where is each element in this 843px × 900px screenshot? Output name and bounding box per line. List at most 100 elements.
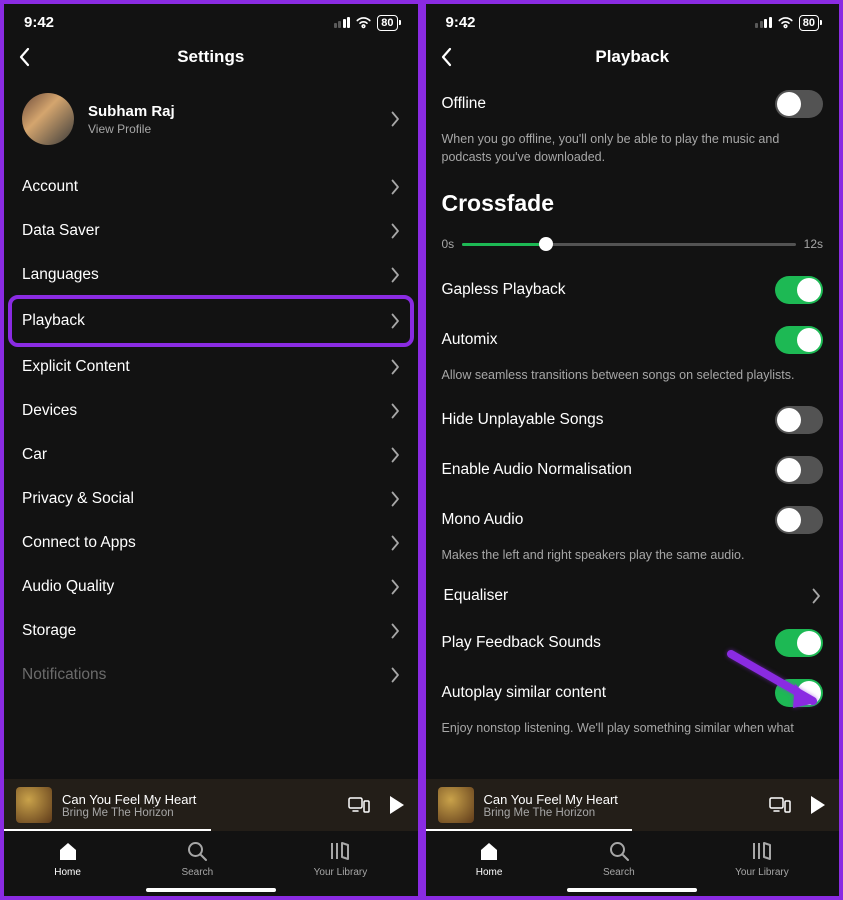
chevron-right-icon xyxy=(391,491,400,507)
toggle-row-hide-unplayable-songs: Hide Unplayable Songs xyxy=(442,395,824,445)
chevron-right-icon xyxy=(391,535,400,551)
menu-label: Languages xyxy=(22,266,99,284)
settings-item-audio-quality[interactable]: Audio Quality xyxy=(20,565,402,609)
battery-icon: 80 xyxy=(799,15,819,31)
chevron-right-icon xyxy=(391,223,400,239)
track-artist: Bring Me The Horizon xyxy=(62,807,196,819)
toggle-switch[interactable] xyxy=(775,629,823,657)
settings-item-explicit-content[interactable]: Explicit Content xyxy=(20,345,402,389)
menu-label: Connect to Apps xyxy=(22,534,136,552)
playback-progress xyxy=(4,829,211,831)
home-indicator xyxy=(567,888,697,892)
devices-icon[interactable] xyxy=(348,796,370,814)
back-button[interactable] xyxy=(440,47,452,67)
devices-icon[interactable] xyxy=(769,796,791,814)
crossfade-slider[interactable] xyxy=(462,243,795,246)
menu-label: Data Saver xyxy=(22,222,100,240)
toggle-desc: Makes the left and right speakers play t… xyxy=(442,545,824,575)
settings-item-account[interactable]: Account xyxy=(20,165,402,209)
chevron-right-icon xyxy=(391,403,400,419)
library-icon xyxy=(750,839,774,863)
settings-content[interactable]: Subham Raj View Profile Account Data Save… xyxy=(4,79,418,779)
nav-search-label: Search xyxy=(181,867,213,878)
settings-item-connect-to-apps[interactable]: Connect to Apps xyxy=(20,521,402,565)
settings-item-devices[interactable]: Devices xyxy=(20,389,402,433)
home-icon xyxy=(56,839,80,863)
crossfade-slider-row: 0s 12s xyxy=(442,227,824,265)
chevron-right-icon xyxy=(391,111,400,127)
profile-row[interactable]: Subham Raj View Profile xyxy=(20,79,402,165)
toggle-row-play-feedback-sounds: Play Feedback Sounds xyxy=(442,618,824,668)
play-icon[interactable] xyxy=(388,795,406,815)
toggle-switch[interactable] xyxy=(775,276,823,304)
now-playing-bar[interactable]: Can You Feel My Heart Bring Me The Horiz… xyxy=(426,779,840,831)
page-title: Playback xyxy=(595,47,669,67)
settings-item-languages[interactable]: Languages xyxy=(20,253,402,297)
nav-home-label: Home xyxy=(54,867,81,878)
playback-progress xyxy=(426,829,633,831)
offline-desc: When you go offline, you'll only be able… xyxy=(442,129,824,176)
status-bar: 9:42 80 xyxy=(426,4,840,35)
playback-content[interactable]: Offline When you go offline, you'll only… xyxy=(426,79,840,779)
chevron-right-icon xyxy=(391,579,400,595)
search-icon xyxy=(607,839,631,863)
toggle-switch[interactable] xyxy=(775,679,823,707)
offline-toggle[interactable] xyxy=(775,90,823,118)
chevron-right-icon xyxy=(391,267,400,283)
status-bar: 9:42 80 xyxy=(4,4,418,35)
toggle-switch[interactable] xyxy=(775,406,823,434)
toggle-label: Gapless Playback xyxy=(442,281,566,299)
status-time: 9:42 xyxy=(446,14,476,31)
toggle-label: Play Feedback Sounds xyxy=(442,634,601,652)
now-playing-bar[interactable]: Can You Feel My Heart Bring Me The Horiz… xyxy=(4,779,418,831)
toggle-row-autoplay-similar-content: Autoplay similar content xyxy=(442,668,824,718)
chevron-right-icon xyxy=(391,359,400,375)
toggle-row-gapless-playback: Gapless Playback xyxy=(442,265,824,315)
settings-item-privacy-social[interactable]: Privacy & Social xyxy=(20,477,402,521)
toggle-switch[interactable] xyxy=(775,506,823,534)
chevron-right-icon xyxy=(391,667,400,683)
play-icon[interactable] xyxy=(809,795,827,815)
wifi-icon xyxy=(355,16,372,29)
wifi-icon xyxy=(777,16,794,29)
toggle-desc: Allow seamless transitions between songs… xyxy=(442,365,824,395)
nav-library-label: Your Library xyxy=(314,867,368,878)
nav-library[interactable]: Your Library xyxy=(314,839,368,878)
page-title: Settings xyxy=(177,47,244,67)
nav-home[interactable]: Home xyxy=(476,839,503,878)
settings-item-data-saver[interactable]: Data Saver xyxy=(20,209,402,253)
settings-item-notifications[interactable]: Notifications xyxy=(20,653,402,697)
toggle-row-mono-audio: Mono Audio xyxy=(442,495,824,545)
library-icon xyxy=(328,839,352,863)
nav-library[interactable]: Your Library xyxy=(735,839,789,878)
profile-subtitle: View Profile xyxy=(88,122,175,136)
track-artist: Bring Me The Horizon xyxy=(484,807,618,819)
toggle-switch[interactable] xyxy=(775,326,823,354)
slider-max: 12s xyxy=(804,237,823,251)
status-icons: 80 xyxy=(755,15,819,31)
menu-label: Storage xyxy=(22,622,76,640)
toggle-switch[interactable] xyxy=(775,456,823,484)
battery-icon: 80 xyxy=(377,15,397,31)
nav-search[interactable]: Search xyxy=(603,839,635,878)
toggle-label: Autoplay similar content xyxy=(442,684,607,702)
settings-item-playback[interactable]: Playback xyxy=(12,299,410,343)
header: Playback xyxy=(426,35,840,79)
chevron-right-icon xyxy=(812,588,821,604)
toggle-label: Enable Audio Normalisation xyxy=(442,461,632,479)
equaliser-row[interactable]: Equaliser xyxy=(442,574,824,618)
menu-label: Car xyxy=(22,446,47,464)
nav-home[interactable]: Home xyxy=(54,839,81,878)
back-button[interactable] xyxy=(18,47,30,67)
settings-item-storage[interactable]: Storage xyxy=(20,609,402,653)
nav-search[interactable]: Search xyxy=(181,839,213,878)
settings-item-car[interactable]: Car xyxy=(20,433,402,477)
signal-icon xyxy=(334,17,351,28)
playback-screen: 9:42 80 Playback Offline When you go off… xyxy=(424,2,842,898)
offline-label: Offline xyxy=(442,95,487,113)
nav-library-label: Your Library xyxy=(735,867,789,878)
menu-label: Notifications xyxy=(22,666,106,684)
settings-screen: 9:42 80 Settings Subham Raj View Profile… xyxy=(2,2,420,898)
bottom-nav: Home Search Your Library xyxy=(426,831,840,882)
toggle-row-automix: Automix xyxy=(442,315,824,365)
